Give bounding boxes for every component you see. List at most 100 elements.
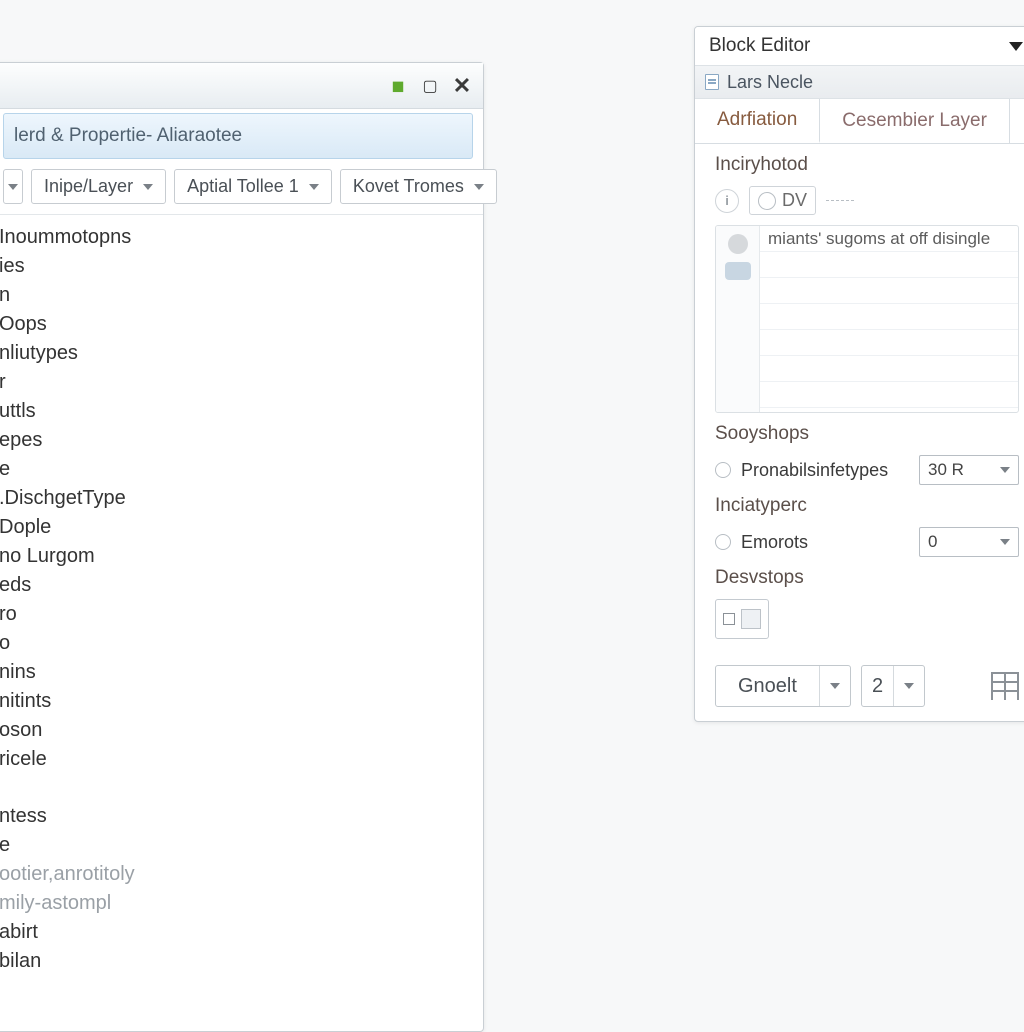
message-side (716, 226, 760, 412)
dv-bar: i DV (715, 186, 1019, 215)
opt-emorots: Emorots 0 (715, 527, 1019, 557)
tree-item[interactable]: nliutypes (0, 339, 479, 368)
message-row: miants' sugoms at off disingle (760, 226, 1018, 252)
block-editor-titlebar: Block Editor (695, 27, 1024, 65)
toolbar-dd-tromes[interactable]: Kovet Tromes (340, 169, 497, 204)
tab-label: Cesembier Layer (842, 110, 987, 132)
section-desvstops: Desvstops (715, 567, 1019, 589)
opt-label: Emorots (741, 532, 808, 553)
block-editor-subtitle: Lars Necle (727, 72, 813, 93)
maximize-icon[interactable]: ▢ (419, 75, 441, 97)
tree-item[interactable]: ricele (0, 745, 479, 774)
message-row (760, 252, 1018, 278)
toolbar-dd-1[interactable] (3, 169, 23, 204)
tree-item[interactable]: Inoummotopns (0, 223, 479, 252)
tab-cesembier-layer[interactable]: Cesembier Layer (820, 99, 1010, 143)
tree-item[interactable]: eds (0, 571, 479, 600)
tree-item[interactable]: uttls (0, 397, 479, 426)
chevron-down-icon (904, 683, 914, 689)
avatar-icon (728, 234, 748, 254)
tree-item[interactable]: nitints (0, 687, 479, 716)
tree-item[interactable]: no Lurgom (0, 542, 479, 571)
select-value: 30 R (928, 460, 964, 480)
message-row (760, 382, 1018, 408)
tree-item[interactable]: oson (0, 716, 479, 745)
section-sooyshops: Sooyshops (715, 423, 1019, 445)
left-header: lerd & Propertie- Aliaraotee (3, 113, 473, 159)
block-editor-tabs: Adrfiation Cesembier Layer G (695, 99, 1024, 144)
dash-separator (826, 200, 854, 201)
tree-item[interactable]: ro (0, 600, 479, 629)
tree-item (0, 774, 479, 802)
tree-item[interactable]: epes (0, 426, 479, 455)
block-editor-panel: Inciryhotod i DV miants' sugoms at off d… (695, 144, 1024, 721)
grid-icon[interactable] (991, 672, 1019, 700)
message-icon[interactable]: ◼ (387, 75, 409, 97)
message-area: miants' sugoms at off disingle (715, 225, 1019, 413)
gnoelt-button[interactable]: Gnoelt (715, 665, 851, 707)
block-editor-subbar: Lars Necle (695, 65, 1024, 99)
tree-item[interactable]: Dople (0, 513, 479, 542)
tree-item[interactable]: e (0, 455, 479, 484)
chevron-down-icon (1000, 467, 1010, 473)
tree-item[interactable]: Oops (0, 310, 479, 339)
tree-item[interactable]: e (0, 831, 479, 860)
collapse-icon[interactable] (1009, 42, 1023, 51)
section-incatyperc: Inciatyperc (715, 495, 1019, 517)
left-header-text: lerd & Propertie- Aliaraotee (14, 125, 242, 147)
tree-item[interactable]: bilan (0, 947, 479, 976)
tree-item[interactable]: mily-astompl (0, 889, 479, 918)
message-row (760, 278, 1018, 304)
radio-emorots[interactable] (715, 534, 731, 550)
info-icon[interactable]: i (715, 189, 739, 213)
message-row (760, 330, 1018, 356)
chevron-down-icon (143, 184, 153, 190)
left-toolbar: Inipe/Layer Aptial Tollee 1 Kovet Tromes (0, 159, 483, 212)
radio-pronabil[interactable] (715, 462, 731, 478)
thumb-toggle[interactable] (715, 599, 769, 639)
opt-pronabil: Pronabilsinfetypes 30 R (715, 455, 1019, 485)
tree-item[interactable]: ntess (0, 802, 479, 831)
chevron-down-icon (8, 184, 18, 190)
checkbox-icon (723, 613, 735, 625)
dd-label: Kovet Tromes (353, 176, 464, 197)
chevron-down-icon (1000, 539, 1010, 545)
tab-g[interactable]: G (1010, 99, 1024, 143)
tree-item[interactable]: ies (0, 252, 479, 281)
chevron-down-icon (309, 184, 319, 190)
gear-icon (758, 192, 776, 210)
properties-window: ◼ ▢ ✕ lerd & Propertie- Aliaraotee Inipe… (0, 62, 484, 1032)
chevron-down-icon (474, 184, 484, 190)
select-emorots[interactable]: 0 (919, 527, 1019, 557)
section-incryhotod: Inciryhotod (715, 154, 1019, 176)
count-button[interactable]: 2 (861, 665, 925, 707)
tree-item[interactable]: abirt (0, 918, 479, 947)
opt-label: Pronabilsinfetypes (741, 460, 888, 481)
select-pronabil[interactable]: 30 R (919, 455, 1019, 485)
tree-item[interactable]: r (0, 368, 479, 397)
dv-label: DV (782, 190, 807, 211)
toolbar-dd-aptial[interactable]: Aptial Tollee 1 (174, 169, 332, 204)
message-lines[interactable]: miants' sugoms at off disingle (760, 226, 1018, 412)
tree-item[interactable]: ootier,anrotitoly (0, 860, 479, 889)
dv-button[interactable]: DV (749, 186, 816, 215)
file-icon (705, 74, 719, 90)
tab-adrfiation[interactable]: Adrfiation (695, 99, 820, 143)
gnoelt-dropdown[interactable] (820, 666, 850, 706)
tree-list: InoummotopnsiesnOopsnliutypesruttlsepese… (0, 214, 483, 1031)
tree-item[interactable]: .DischgetType (0, 484, 479, 513)
toolbar-dd-layer[interactable]: Inipe/Layer (31, 169, 166, 204)
message-row (760, 304, 1018, 330)
close-icon[interactable]: ✕ (451, 75, 473, 97)
message-row (760, 356, 1018, 382)
image-icon (741, 609, 761, 629)
tree-item[interactable]: nins (0, 658, 479, 687)
button-label: Gnoelt (716, 666, 820, 706)
count-value: 2 (862, 666, 894, 706)
bottom-bar: Gnoelt 2 (715, 665, 1019, 707)
block-editor-title: Block Editor (709, 35, 810, 57)
avatar-icon (725, 262, 751, 280)
count-dropdown[interactable] (894, 666, 924, 706)
tree-item[interactable]: o (0, 629, 479, 658)
tree-item[interactable]: n (0, 281, 479, 310)
